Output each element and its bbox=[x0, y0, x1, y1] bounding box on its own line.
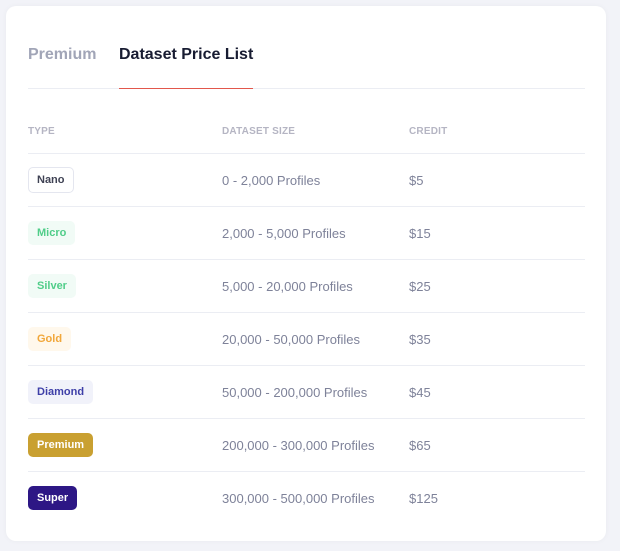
active-tab-indicator bbox=[119, 88, 253, 89]
header-dataset-size: DATASET SIZE bbox=[222, 126, 296, 137]
table-row: Micro 2,000 - 5,000 Profiles $15 bbox=[28, 207, 585, 260]
table-row: Gold 20,000 - 50,000 Profiles $35 bbox=[28, 313, 585, 366]
credit: $65 bbox=[409, 437, 431, 453]
type-badge-super: Super bbox=[28, 486, 78, 510]
dataset-size: 0 - 2,000 Profiles bbox=[222, 172, 321, 188]
price-list-card: Premium Dataset Price List TYPE DATASET … bbox=[6, 6, 606, 541]
table-row: Diamond 50,000 - 200,000 Profiles $45 bbox=[28, 366, 585, 419]
table-row: Super 300,000 - 500,000 Profiles $125 bbox=[28, 472, 585, 524]
type-badge-nano: Nano bbox=[28, 167, 74, 193]
dataset-size: 20,000 - 50,000 Profiles bbox=[222, 331, 361, 347]
tab-premium[interactable]: Premium bbox=[28, 46, 96, 64]
table-row: Nano 0 - 2,000 Profiles $5 bbox=[28, 154, 585, 207]
dataset-size: 200,000 - 300,000 Profiles bbox=[222, 437, 375, 453]
header-credit: CREDIT bbox=[409, 126, 448, 137]
type-badge-silver: Silver bbox=[28, 274, 76, 298]
dataset-size: 50,000 - 200,000 Profiles bbox=[222, 384, 368, 400]
type-badge-premium: Premium bbox=[28, 433, 94, 457]
dataset-size: 300,000 - 500,000 Profiles bbox=[222, 490, 375, 506]
credit: $25 bbox=[409, 278, 431, 294]
credit: $45 bbox=[409, 384, 431, 400]
credit: $35 bbox=[409, 331, 431, 347]
tab-bar: Premium Dataset Price List bbox=[28, 40, 585, 89]
credit: $125 bbox=[409, 490, 438, 506]
dataset-size: 5,000 - 20,000 Profiles bbox=[222, 278, 353, 294]
dataset-size: 2,000 - 5,000 Profiles bbox=[222, 225, 346, 241]
type-badge-gold: Gold bbox=[28, 327, 72, 351]
header-type: TYPE bbox=[28, 126, 55, 137]
table-body: Nano 0 - 2,000 Profiles $5 Micro 2,000 -… bbox=[28, 154, 585, 524]
credit: $15 bbox=[409, 225, 431, 241]
table-row: Silver 5,000 - 20,000 Profiles $25 bbox=[28, 260, 585, 313]
credit: $5 bbox=[409, 172, 424, 188]
type-badge-micro: Micro bbox=[28, 221, 76, 245]
type-badge-diamond: Diamond bbox=[28, 380, 94, 404]
table-row: Premium 200,000 - 300,000 Profiles $65 bbox=[28, 419, 585, 472]
tab-dataset-price-list[interactable]: Dataset Price List bbox=[119, 46, 253, 64]
table-header: TYPE DATASET SIZE CREDIT bbox=[28, 124, 585, 154]
